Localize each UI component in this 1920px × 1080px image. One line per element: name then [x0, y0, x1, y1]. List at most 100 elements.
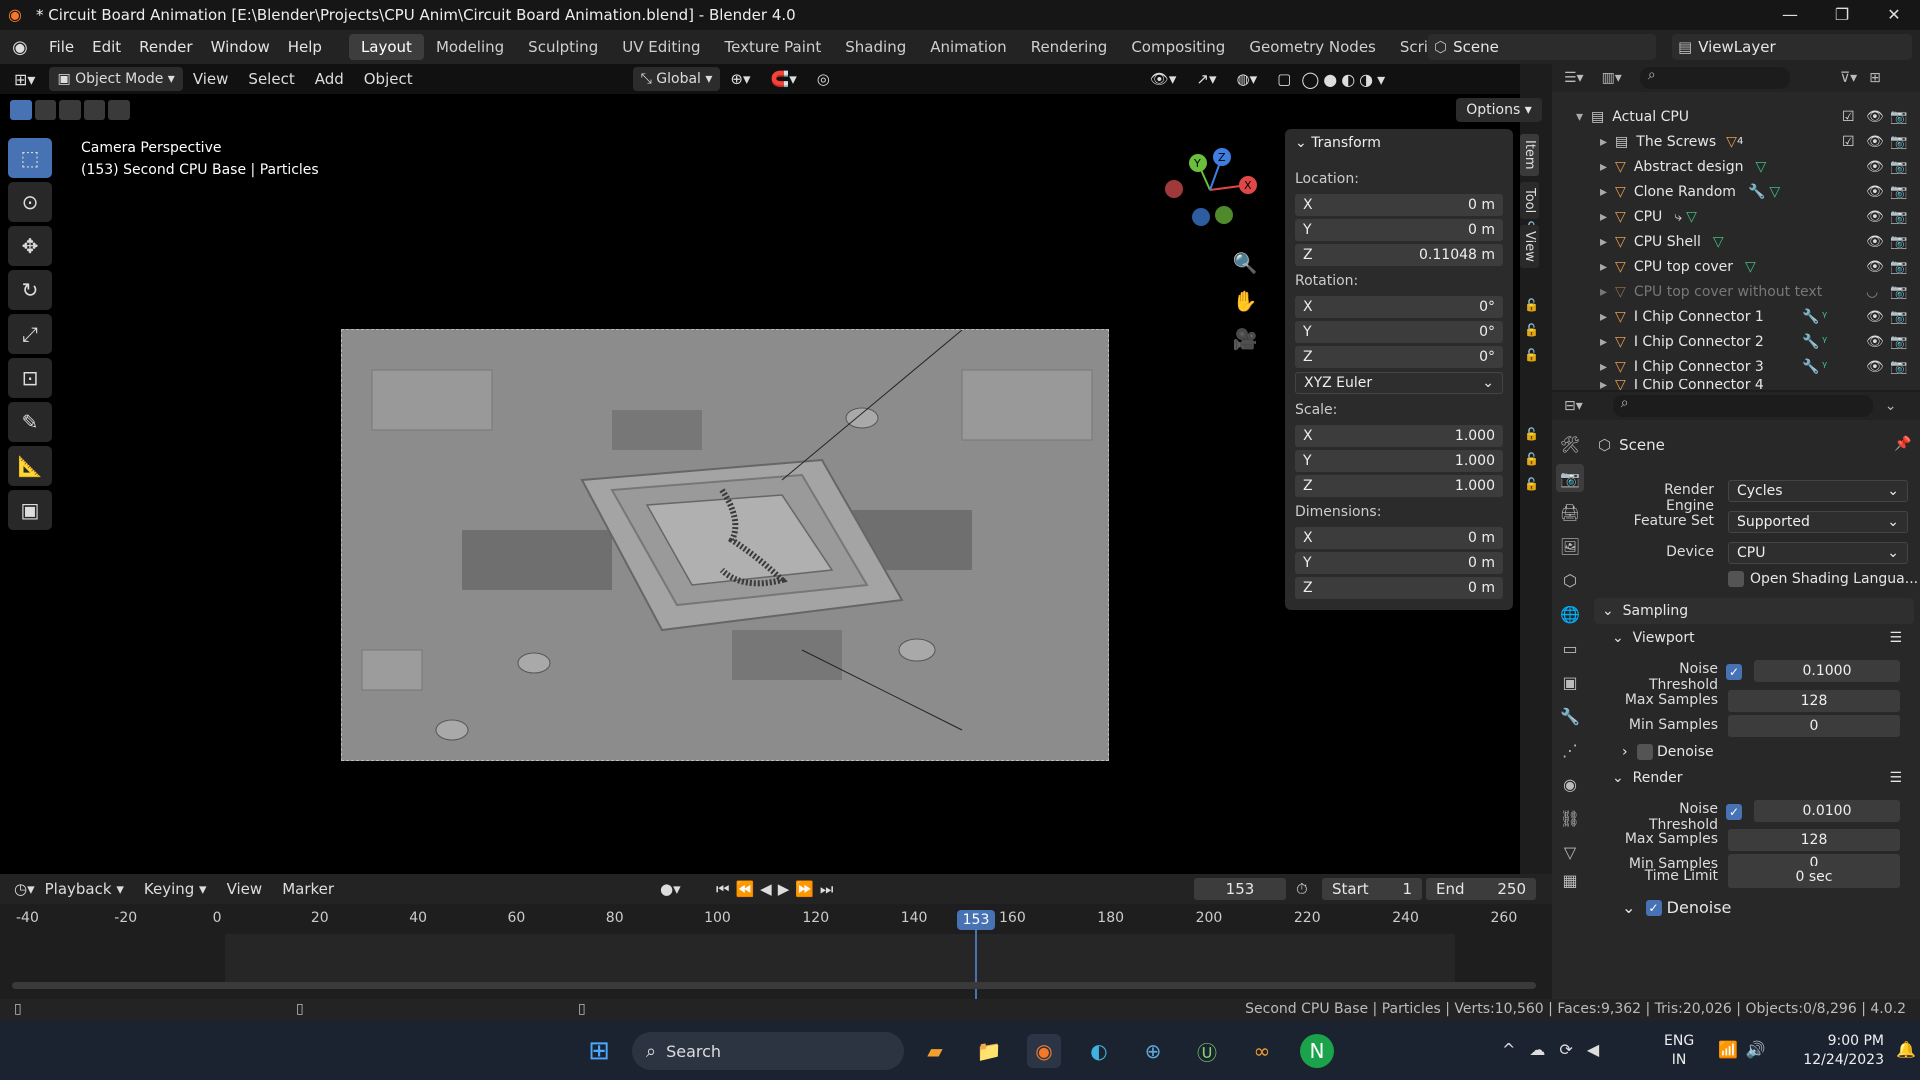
frame-ruler[interactable]: -40 -20 0 20 40 60 80 100 120 140 160 180 200 220 240 2… — [0, 908, 1552, 930]
viewport-denoise-subpanel[interactable]: › Denoise — [1622, 744, 1714, 760]
viewport-max-samples-field[interactable]: 128 — [1728, 690, 1900, 712]
expand-arrow-icon[interactable]: ▸ — [1600, 234, 1607, 250]
pivot-icon[interactable]: ⊕▾ — [720, 70, 760, 88]
outliner-row-root[interactable]: ▾ ▤ Actual CPU ☑ 👁 📷 — [1552, 104, 1920, 129]
render-max-samples-field[interactable]: 128 — [1728, 829, 1900, 851]
mode-dropdown[interactable]: ▣ Object Mode ▾ — [49, 67, 183, 91]
display-mode-icon[interactable]: ▥▾ — [1602, 70, 1622, 86]
select-intersect-icon[interactable] — [108, 100, 130, 120]
feature-set-dropdown[interactable]: Supported ⌄ — [1728, 511, 1908, 533]
modifier-properties-icon[interactable]: 🔧 — [1556, 702, 1584, 730]
navigation-gizmo[interactable]: X Y Z — [1160, 145, 1260, 235]
timeline-scrollbar[interactable] — [12, 982, 1536, 989]
menu-add[interactable]: Add — [305, 70, 354, 88]
outliner-row[interactable]: ▸ ▽ I Chip Connector 2 🔧 ᵞ 👁 📷 — [1552, 329, 1920, 354]
lock-icon[interactable]: 🔓 — [1524, 348, 1539, 362]
checkbox-icon[interactable]: ☑ — [1842, 109, 1855, 125]
scene-properties-icon[interactable]: ⬡ — [1556, 566, 1584, 594]
scale-z-field[interactable]: Z 1.000 🔓 — [1295, 475, 1539, 497]
outliner-row[interactable]: ▸ ▽ I Chip Connector 1 🔧 ᵞ 👁 📷 — [1552, 304, 1920, 329]
close-button[interactable]: ✕ — [1868, 0, 1920, 30]
list-icon[interactable]: ☰ — [1889, 770, 1902, 786]
rotation-x-field[interactable]: X 0° 🔓 — [1295, 296, 1539, 318]
shading-modes-icon[interactable]: ◯●◐◑▾ — [1301, 70, 1389, 89]
expand-arrow-icon[interactable]: ▸ — [1600, 379, 1607, 390]
dimensions-y-field[interactable]: Y 0 m — [1295, 552, 1503, 574]
overlay-icon[interactable]: ◍▾ — [1227, 70, 1268, 88]
menu-file[interactable]: File — [40, 34, 83, 60]
wifi-volume-icons[interactable]: 📶🔊 — [1718, 1040, 1774, 1059]
end-frame-field[interactable]: End 250 — [1426, 878, 1536, 900]
outliner-row[interactable]: ▸ ▽ Clone Random 🔧 ▽ 👁 📷 — [1552, 179, 1920, 204]
expand-arrow-icon[interactable]: ▸ — [1600, 359, 1607, 375]
lock-icon[interactable]: 🔓 — [1524, 452, 1539, 466]
move-tool-icon[interactable]: ✥ — [8, 226, 52, 266]
eye-icon[interactable]: 👁 — [1866, 334, 1884, 350]
keying-menu[interactable]: Keying ▾ — [134, 880, 217, 898]
menu-render[interactable]: Render — [130, 34, 201, 60]
lock-icon[interactable]: 🔓 — [1524, 298, 1539, 312]
snap-icon[interactable]: 🧲▾ — [761, 70, 807, 88]
workspace-tab-sculpting[interactable]: Sculpting — [516, 34, 610, 60]
lock-icon[interactable]: 🔓 — [1524, 323, 1539, 337]
notification-bell-icon[interactable]: 🔔 — [1896, 1040, 1916, 1059]
particles-icon[interactable]: ⋰ — [1556, 736, 1584, 764]
cursor-tool-icon[interactable]: ⊙ — [8, 182, 52, 222]
viewport-subpanel-header[interactable]: ⌄ Viewport ☰ — [1612, 630, 1902, 646]
rotation-y-field[interactable]: Y 0° 🔓 — [1295, 321, 1539, 343]
eye-icon[interactable]: 👁 — [1866, 259, 1884, 275]
eye-icon[interactable]: 👁 — [1866, 209, 1884, 225]
gizmo-icon[interactable]: ↗▾ — [1186, 70, 1226, 88]
device-dropdown[interactable]: CPU ⌄ — [1728, 542, 1908, 564]
dimensions-z-field[interactable]: Z 0 m — [1295, 577, 1503, 599]
workspace-tab-texture-paint[interactable]: Texture Paint — [712, 34, 833, 60]
osl-checkbox[interactable]: Open Shading Langua... — [1728, 571, 1918, 587]
checkbox-icon[interactable]: ✓ — [1645, 899, 1662, 916]
expand-arrow-icon[interactable]: ▸ — [1600, 259, 1607, 275]
language-indicator[interactable]: ENG IN — [1664, 1032, 1694, 1070]
proportional-edit-icon[interactable]: ◎ — [807, 70, 840, 88]
playhead-frame-badge[interactable]: 153 — [957, 910, 995, 930]
orientation-dropdown[interactable]: ⤡ Global ▾ — [632, 67, 721, 91]
eye-icon[interactable]: 👁 — [1866, 159, 1884, 175]
filter-icon[interactable]: ⊽▾ — [1840, 70, 1857, 86]
timeline-editor-icon[interactable]: ◷▾ — [14, 880, 35, 898]
playback-menu[interactable]: Playback ▾ — [35, 880, 134, 898]
select-new-icon[interactable] — [10, 100, 32, 120]
eye-closed-icon[interactable]: ◡ — [1866, 284, 1878, 300]
eye-icon[interactable]: 👁 — [1866, 184, 1884, 200]
windows-start-icon[interactable]: ⊞ — [582, 1034, 616, 1068]
new-collection-icon[interactable]: ⊞ — [1869, 70, 1881, 86]
clock-icon[interactable]: ⏱ — [1296, 880, 1308, 898]
xray-icon[interactable]: ▢ — [1267, 70, 1301, 88]
timeline-view-menu[interactable]: View — [217, 880, 273, 898]
playback-controls[interactable]: ⏮⏪◀▶⏩⏭ — [716, 880, 839, 898]
network-app-icon[interactable]: ⊕ — [1136, 1034, 1170, 1068]
expand-arrow-icon[interactable]: ▸ — [1600, 184, 1607, 200]
options-dropdown[interactable]: Options ▾ — [1456, 98, 1542, 122]
workspace-tab-rendering[interactable]: Rendering — [1019, 34, 1120, 60]
output-properties-icon[interactable]: 🖨 — [1556, 498, 1584, 526]
gizmo-neg-y-axis[interactable] — [1215, 206, 1233, 224]
eye-icon[interactable]: 👁 — [1866, 134, 1884, 150]
list-icon[interactable]: ☰ — [1889, 630, 1902, 646]
edge-browser-icon[interactable]: ◐ — [1082, 1034, 1116, 1068]
tool-settings-icon[interactable]: 🛠 — [1556, 430, 1584, 458]
tab-tool[interactable]: Tool — [1520, 181, 1539, 219]
collapse-arrow-icon[interactable]: ▾ — [1576, 109, 1583, 125]
gizmo-neg-x-axis[interactable] — [1165, 180, 1183, 198]
zoom-icon[interactable]: 🔍 — [1232, 244, 1258, 282]
outliner-row[interactable]: ▸ ▽ Abstract design ▽ 👁 📷 — [1552, 154, 1920, 179]
tab-view[interactable]: View — [1520, 224, 1539, 268]
rotate-tool-icon[interactable]: ↻ — [8, 270, 52, 310]
editor-type-icon[interactable]: ⊞▾ — [14, 70, 35, 89]
menu-window[interactable]: Window — [202, 34, 279, 60]
time-limit-field[interactable]: 0 sec — [1728, 866, 1900, 888]
rotation-mode-dropdown[interactable]: XYZ Euler ⌄ — [1295, 372, 1503, 394]
constraints-icon[interactable]: ⛓ — [1556, 804, 1584, 832]
checkbox-icon[interactable] — [1636, 744, 1653, 760]
workspace-tab-geometry-nodes[interactable]: Geometry Nodes — [1237, 34, 1388, 60]
select-subtract-icon[interactable] — [59, 100, 81, 120]
eye-icon[interactable]: 👁 — [1866, 234, 1884, 250]
properties-editor-icon[interactable]: ⊟▾ — [1564, 398, 1583, 414]
